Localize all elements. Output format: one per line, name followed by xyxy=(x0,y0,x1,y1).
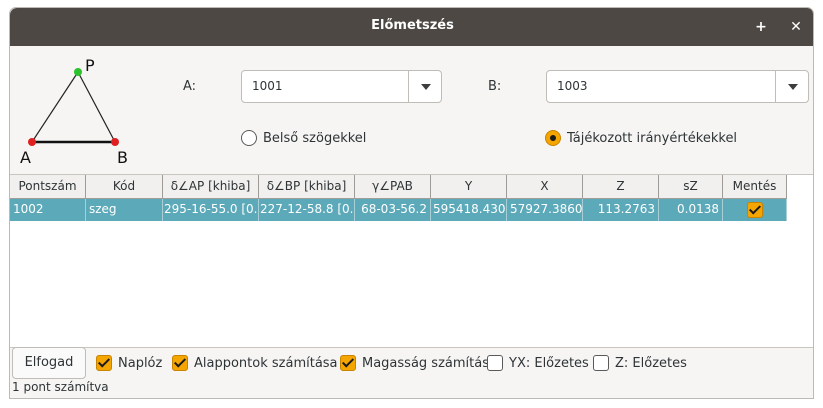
option-log-label: Naplóz xyxy=(118,355,163,371)
label-b: B xyxy=(117,148,128,167)
point-a-label: A: xyxy=(183,79,197,94)
point-b xyxy=(111,138,119,146)
height-checkbox[interactable] xyxy=(340,355,356,371)
line-bp xyxy=(77,71,116,143)
title-bar[interactable]: Előmetszés + ✕ xyxy=(10,8,813,46)
radio-oriented-directions[interactable]: Tájékozott irányértékekkel xyxy=(545,130,737,146)
point-a-combo[interactable]: 1001 xyxy=(241,70,442,103)
option-base-points[interactable]: Alappontok számítása xyxy=(172,355,338,371)
label-a: A xyxy=(20,148,31,167)
col-header[interactable]: Kód xyxy=(86,175,163,199)
col-header[interactable]: sZ xyxy=(659,175,723,199)
option-base-points-label: Alappontok számítása xyxy=(194,355,338,371)
col-header[interactable]: δ∠BP [khiba] xyxy=(259,175,355,199)
radio-inner-angles[interactable]: Belső szögekkel xyxy=(241,130,366,146)
point-b-combo[interactable]: 1003 xyxy=(546,70,809,103)
col-header[interactable]: γ∠PAB xyxy=(355,175,431,199)
cell-kod[interactable]: szeg xyxy=(86,199,163,221)
window-title: Előmetszés xyxy=(371,18,454,33)
cell-z[interactable]: 113.2763 xyxy=(583,199,659,221)
option-yx-prelim[interactable]: YX: Előzetes xyxy=(487,355,589,371)
close-icon[interactable]: ✕ xyxy=(785,16,807,38)
cell-sz[interactable]: 0.0138 xyxy=(659,199,723,221)
base-points-checkbox[interactable] xyxy=(172,355,188,371)
radio-oriented-dot[interactable] xyxy=(545,130,561,146)
col-header[interactable]: X xyxy=(507,175,583,199)
cell-pontszam[interactable]: 1002 xyxy=(10,199,86,221)
radio-inner-dot[interactable] xyxy=(241,130,257,146)
col-header[interactable]: δ∠AP [khiba] xyxy=(163,175,259,199)
cell-pab[interactable]: 68-03-56.2 xyxy=(355,199,431,221)
point-b-value: 1003 xyxy=(557,79,588,93)
table-row[interactable]: 1002 szeg 295-16-55.0 [0.0] 227-12-58.8 … xyxy=(10,199,787,221)
log-checkbox[interactable] xyxy=(96,355,112,371)
cell-bp[interactable]: 227-12-58.8 [0.0] xyxy=(259,199,355,221)
point-b-label: B: xyxy=(488,79,502,94)
cell-x[interactable]: 57927.3860 xyxy=(507,199,583,221)
cell-mentes[interactable] xyxy=(723,199,787,221)
radio-inner-label: Belső szögekkel xyxy=(263,130,367,146)
save-checkbox[interactable] xyxy=(746,202,763,218)
accept-button[interactable]: Elfogad xyxy=(12,347,86,379)
results-table[interactable]: Pontszám Kód δ∠AP [khiba] δ∠BP [khiba] γ… xyxy=(10,174,813,348)
z-prelim-checkbox[interactable] xyxy=(593,355,609,371)
col-header[interactable]: Pontszám xyxy=(10,175,86,199)
option-yx-prelim-label: YX: Előzetes xyxy=(509,355,589,371)
maximize-icon[interactable]: + xyxy=(750,16,772,38)
status-text: 1 pont számítva xyxy=(12,380,109,394)
triangle-diagram: P A B xyxy=(20,57,128,167)
col-header[interactable]: Mentés xyxy=(723,175,787,199)
chevron-down-icon[interactable] xyxy=(421,84,431,90)
option-z-prelim-label: Z: Előzetes xyxy=(615,355,687,371)
cell-ap[interactable]: 295-16-55.0 [0.0] xyxy=(163,199,259,221)
point-a xyxy=(28,138,36,146)
table-header: Pontszám Kód δ∠AP [khiba] δ∠BP [khiba] γ… xyxy=(10,175,787,199)
option-z-prelim[interactable]: Z: Előzetes xyxy=(593,355,687,371)
option-log[interactable]: Naplóz xyxy=(96,355,162,371)
option-height-label: Magasság számítás xyxy=(362,355,489,371)
chevron-down-icon[interactable] xyxy=(788,84,798,90)
line-ap xyxy=(31,71,79,143)
cell-y[interactable]: 595418.4306 xyxy=(431,199,507,221)
label-p: P xyxy=(85,57,95,75)
col-header[interactable]: Z xyxy=(583,175,659,199)
point-a-value: 1001 xyxy=(252,79,283,93)
radio-oriented-label: Tájékozott irányértékekkel xyxy=(567,130,738,146)
point-p xyxy=(74,68,82,76)
col-header[interactable]: Y xyxy=(431,175,507,199)
yx-prelim-checkbox[interactable] xyxy=(487,355,503,371)
option-height[interactable]: Magasság számítás xyxy=(340,355,489,371)
dialog-window: Előmetszés + ✕ P A B A: 1001 B: 1003 Bel… xyxy=(9,7,814,399)
